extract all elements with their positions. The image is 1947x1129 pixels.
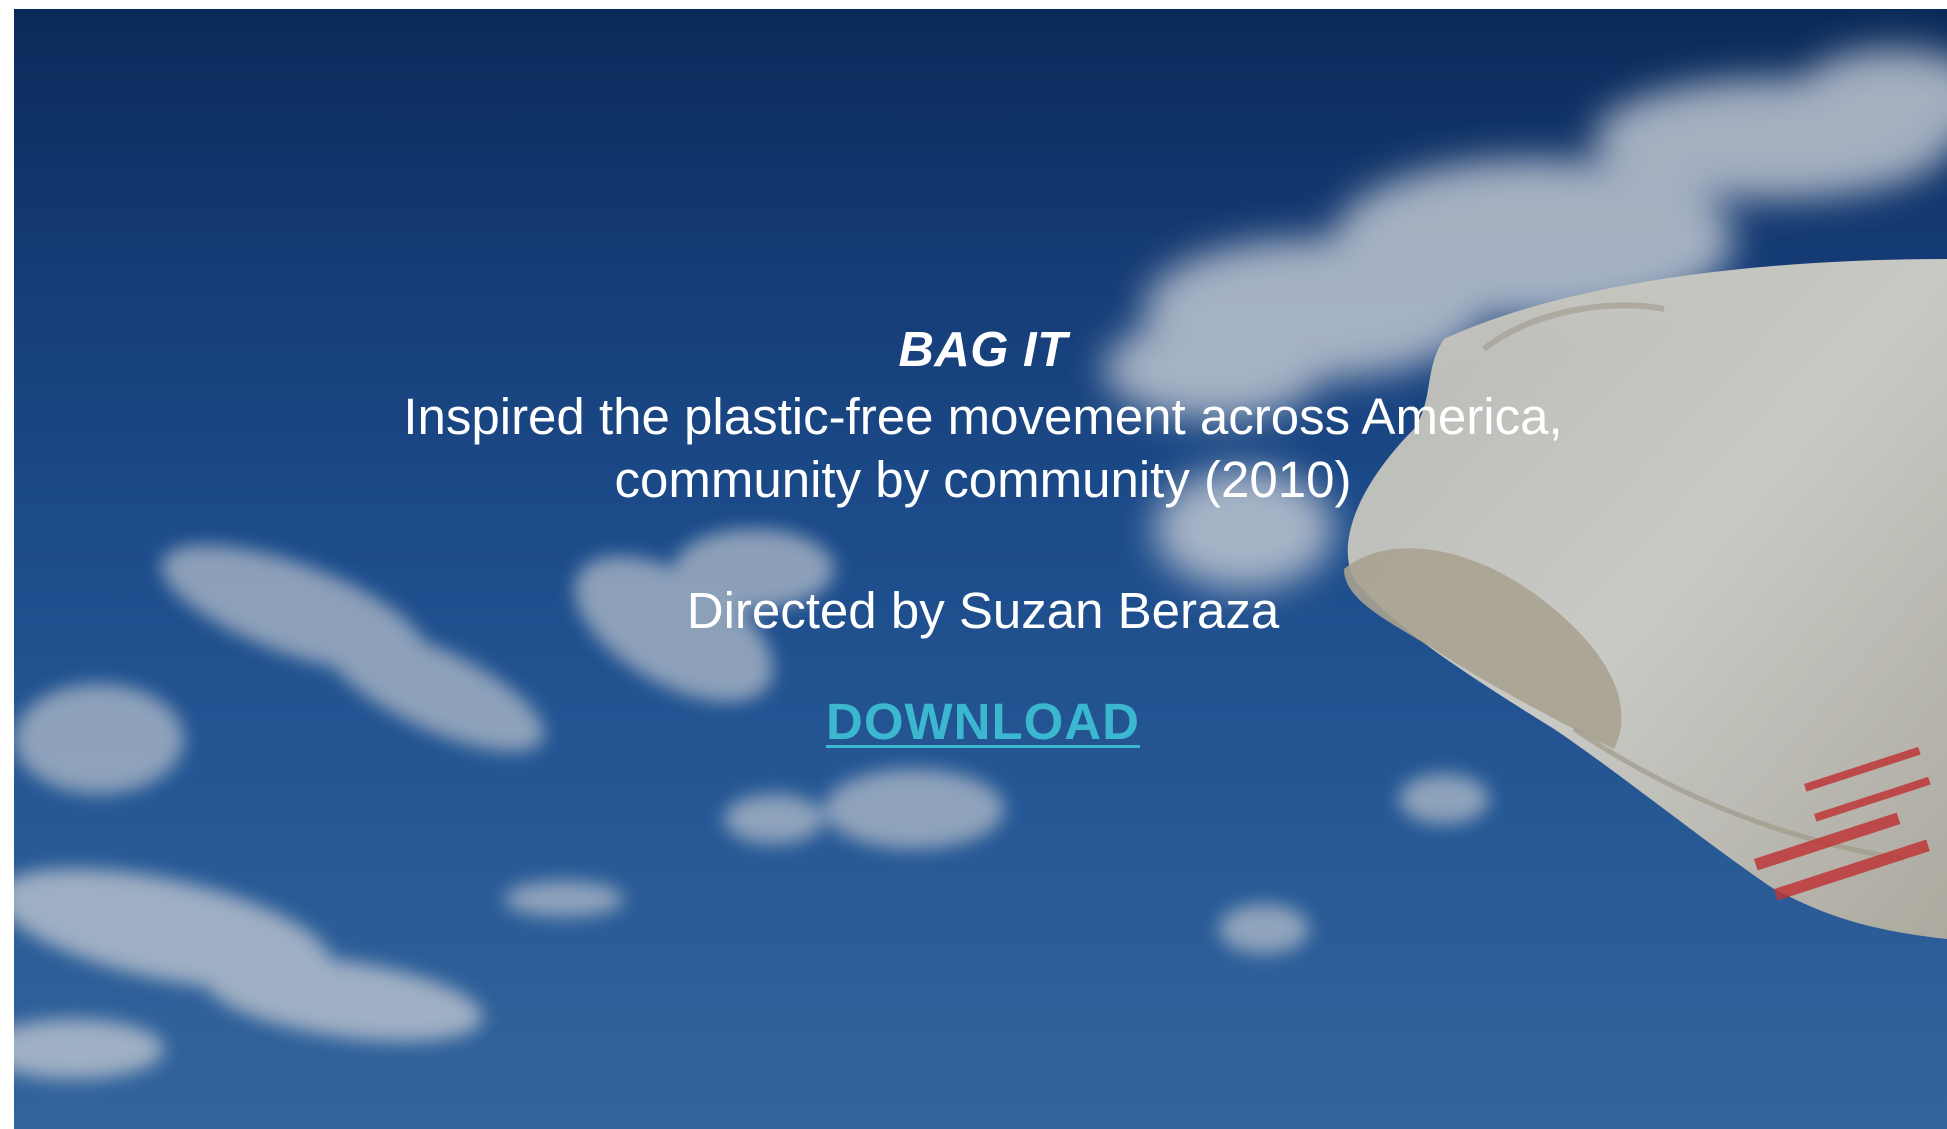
film-title: BAG IT (898, 323, 1068, 377)
download-link[interactable]: DOWNLOAD (826, 692, 1140, 751)
film-description: Inspired the plastic-free movement acros… (403, 388, 1563, 508)
film-info: BAG IT Inspired the plastic-free movemen… (0, 315, 1947, 751)
page: BAG IT Inspired the plastic-free movemen… (0, 0, 1947, 1129)
film-director: Directed by Suzan Beraza (686, 582, 1280, 639)
